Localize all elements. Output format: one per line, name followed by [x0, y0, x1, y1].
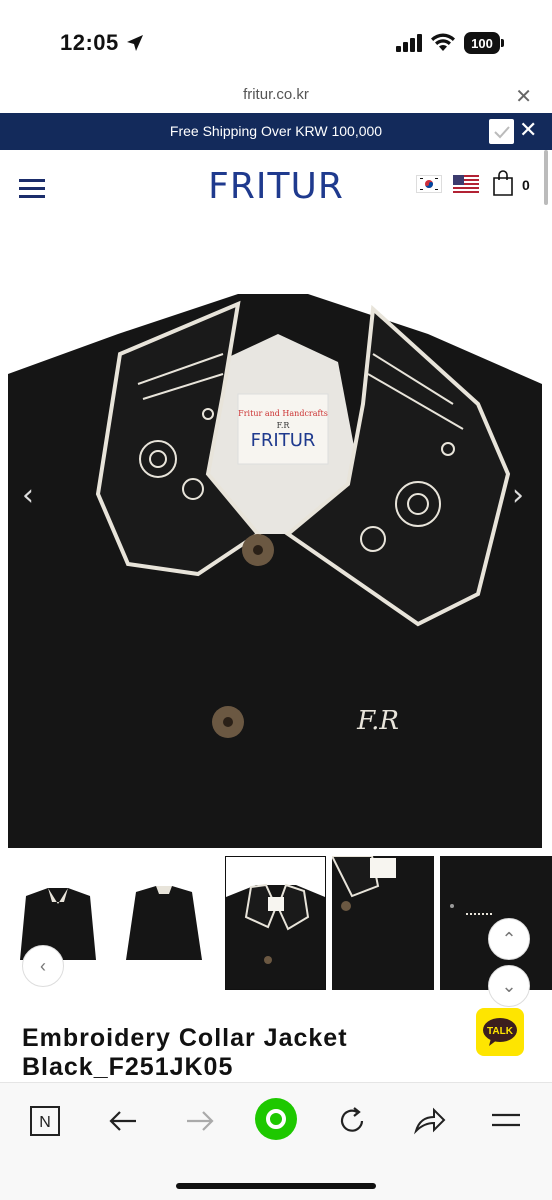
shipping-banner-text: Free Shipping Over KRW 100,000 — [169, 123, 383, 139]
cart-count: 0 — [522, 177, 530, 193]
battery-indicator: 100 — [464, 32, 504, 54]
menu-icon[interactable] — [486, 1101, 526, 1141]
location-arrow-icon — [127, 35, 143, 51]
shipping-banner: Free Shipping Over KRW 100,000 ✕ — [0, 113, 552, 150]
check-icon — [493, 125, 510, 138]
battery-cap — [501, 39, 504, 47]
label-brand: FRITUR — [251, 430, 316, 451]
label-line1: Fritur and Handcrafts — [238, 409, 328, 418]
next-image-arrow[interactable]: › — [512, 478, 524, 513]
naver-n-icon[interactable]: N — [25, 1101, 65, 1141]
banner-close-icon[interactable]: ✕ — [519, 118, 537, 142]
thumbnail-3-selected[interactable] — [225, 856, 326, 990]
cellular-signal-icon — [396, 34, 422, 52]
page-scrollbar[interactable] — [544, 150, 548, 205]
url-text[interactable]: fritur.co.kr — [0, 86, 552, 103]
thumbnail-strip — [0, 853, 552, 993]
shopping-bag-icon[interactable] — [492, 170, 514, 196]
talk-label: TALK — [487, 1026, 514, 1037]
wifi-icon — [431, 33, 455, 51]
thumbnail-prev-button[interactable]: ‹ — [22, 945, 64, 987]
battery-level: 100 — [464, 32, 500, 54]
us-flag-icon[interactable] — [453, 175, 479, 193]
url-bar[interactable]: fritur.co.kr ✕ — [0, 80, 552, 112]
home-indicator — [176, 1183, 376, 1189]
close-icon[interactable]: ✕ — [515, 84, 532, 109]
product-title: Embroidery Collar Jacket Black_F251JK05 — [22, 1024, 348, 1081]
scroll-down-button[interactable]: ⌄ — [488, 965, 530, 1007]
status-time: 12:05 — [60, 30, 119, 55]
banner-checkbox[interactable] — [489, 119, 514, 144]
label-line2: F.R — [277, 421, 291, 430]
prev-image-arrow[interactable]: ‹ — [22, 478, 34, 513]
share-icon[interactable] — [410, 1101, 450, 1141]
back-arrow-icon[interactable] — [103, 1101, 143, 1141]
svg-text:N: N — [39, 1114, 51, 1131]
reload-icon[interactable] — [332, 1101, 372, 1141]
site-header: FRITUR 0 — [0, 150, 552, 226]
thumbnail-2[interactable] — [114, 856, 214, 990]
korea-flag-icon[interactable] — [416, 175, 442, 193]
browser-toolbar: N — [0, 1082, 552, 1200]
status-bar: 12:05 100 — [0, 0, 552, 88]
scroll-up-button[interactable]: ⌃ — [488, 918, 530, 960]
product-main-image[interactable]: Fritur and Handcrafts F.R FRITUR F.R — [8, 234, 542, 848]
forward-arrow-icon[interactable] — [180, 1101, 220, 1141]
kakao-talk-button[interactable]: TALK — [476, 1008, 524, 1056]
home-icon[interactable] — [254, 1097, 298, 1141]
chest-monogram: F.R — [356, 706, 399, 736]
jacket-photo: Fritur and Handcrafts F.R FRITUR F.R — [8, 234, 542, 848]
chat-bubble-icon: TALK — [483, 1018, 517, 1046]
thumbnail-4[interactable] — [332, 856, 434, 990]
